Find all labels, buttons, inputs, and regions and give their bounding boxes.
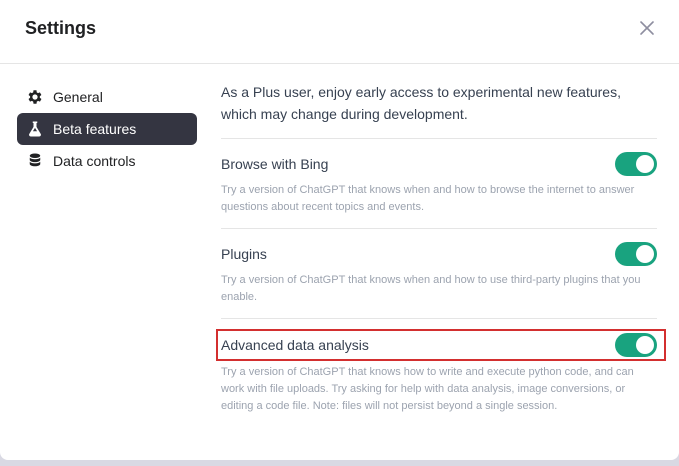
feature-description: Try a version of ChatGPT that knows how … bbox=[221, 366, 634, 412]
settings-sidebar: General Beta features Data controls bbox=[17, 81, 197, 177]
feature-browse-with-bing: Browse with Bing Try a version of ChatGP… bbox=[221, 139, 657, 229]
sidebar-item-general[interactable]: General bbox=[17, 81, 197, 113]
toggle-knob bbox=[636, 336, 654, 354]
beta-features-panel: As a Plus user, enjoy early access to ex… bbox=[216, 81, 666, 415]
toggle-knob bbox=[636, 155, 654, 173]
database-icon bbox=[26, 152, 44, 170]
dialog-title: Settings bbox=[25, 18, 97, 38]
feature-description: Try a version of ChatGPT that knows when… bbox=[221, 184, 635, 213]
sidebar-item-label: Beta features bbox=[53, 121, 137, 137]
sidebar-item-data-controls[interactable]: Data controls bbox=[17, 145, 197, 177]
sidebar-item-label: Data controls bbox=[53, 153, 136, 169]
flask-icon bbox=[26, 120, 44, 138]
gear-icon bbox=[26, 88, 44, 106]
feature-label: Plugins bbox=[221, 246, 267, 262]
feature-plugins: Plugins Try a version of ChatGPT that kn… bbox=[221, 229, 657, 319]
close-button[interactable] bbox=[636, 17, 658, 39]
toggle-knob bbox=[636, 245, 654, 263]
beta-intro-text: As a Plus user, enjoy early access to ex… bbox=[221, 81, 657, 139]
close-icon bbox=[640, 21, 654, 35]
plugins-toggle[interactable] bbox=[615, 242, 657, 266]
feature-description: Try a version of ChatGPT that knows when… bbox=[221, 274, 641, 303]
dialog-header: Settings bbox=[0, 0, 679, 64]
advanced-data-analysis-toggle[interactable] bbox=[615, 333, 657, 357]
browse-with-bing-toggle[interactable] bbox=[615, 152, 657, 176]
sidebar-item-label: General bbox=[53, 89, 103, 105]
feature-label: Advanced data analysis bbox=[221, 337, 369, 353]
sidebar-item-beta-features[interactable]: Beta features bbox=[17, 113, 197, 145]
settings-dialog: Settings General Beta features Data cont… bbox=[0, 0, 679, 460]
feature-label: Browse with Bing bbox=[221, 156, 329, 172]
feature-advanced-data-analysis: Advanced data analysis Try a version of … bbox=[216, 319, 666, 415]
